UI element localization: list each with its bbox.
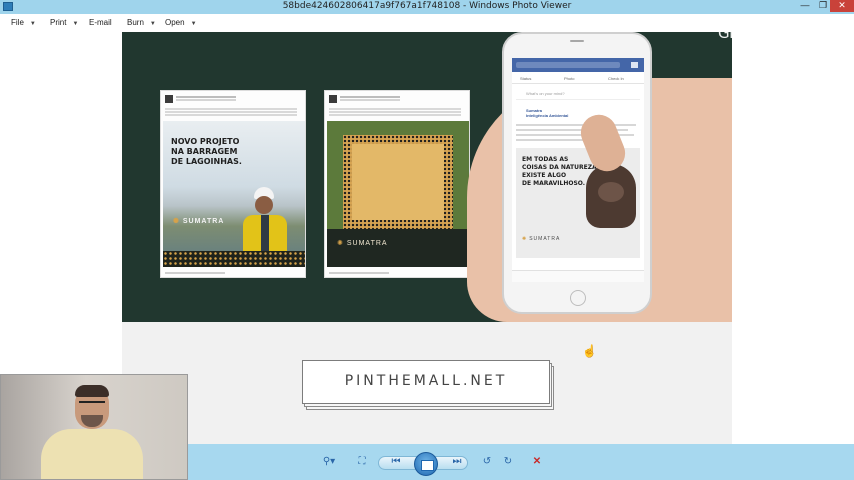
facebook-post-card-2: SUMATRA xyxy=(324,90,470,278)
sumatra-logo: SUMATRA xyxy=(522,236,560,242)
window-title: 58bde424602806417a9f767a1f748108 - Windo… xyxy=(282,1,572,11)
facebook-bottom-tab-bar xyxy=(512,270,644,282)
presenter-glasses xyxy=(79,401,105,406)
title-bar[interactable]: 58bde424602806417a9f767a1f748108 - Windo… xyxy=(0,0,854,14)
tab-check-in: Check In xyxy=(608,76,624,81)
facebook-post-card-1: NOVO PROJETO NA BARRAGEM DE LAGOINHAS. S… xyxy=(160,90,306,278)
search-field-shape xyxy=(516,62,620,68)
previous-icon[interactable]: ⏮ xyxy=(389,456,403,468)
menu-burn-label: Burn xyxy=(127,18,144,27)
post-image-gorilla: EM TODAS AS COISAS DA NATUREZA EXISTE AL… xyxy=(516,148,640,258)
post-headline: NOVO PROJETO NA BARRAGEM DE LAGOINHAS. xyxy=(171,137,242,166)
menu-burn[interactable]: Burn ▼ xyxy=(127,18,156,27)
post-text-lines xyxy=(165,108,297,110)
friends-icon xyxy=(631,62,638,68)
sumatra-logo: SUMATRA xyxy=(337,239,388,247)
viewer-toolbar: ⚲▾ ⛶ ⏮ ⏭ ↺ ↻ ✕ xyxy=(188,444,854,480)
sumatra-logo: SUMATRA xyxy=(173,217,224,225)
post-text-lines xyxy=(329,108,461,110)
gorilla-illustration xyxy=(586,164,636,228)
post-photo-dam: NOVO PROJETO NA BARRAGEM DE LAGOINHAS. S… xyxy=(163,121,305,267)
presenter-hair xyxy=(75,385,109,397)
phone-speaker xyxy=(570,40,584,42)
rotate-right-icon[interactable]: ↻ xyxy=(501,456,515,468)
post-header-lines xyxy=(176,96,236,98)
post-page-name: Sumatra Inteligência Ambiental xyxy=(526,108,569,118)
menu-file[interactable]: File ▼ xyxy=(11,18,36,27)
menu-print-label: Print xyxy=(50,18,67,27)
page-avatar xyxy=(165,95,173,103)
brand-watermark: GEEKMENTOR xyxy=(718,24,819,42)
worker-head xyxy=(255,196,273,214)
presenter-torso xyxy=(41,429,143,479)
gold-dot-pattern xyxy=(163,251,305,267)
facebook-composer-tabs: Status Photo Check In xyxy=(512,72,644,84)
facebook-top-bar xyxy=(512,58,644,72)
pinthemall-text: PINTHEMALL.NET xyxy=(302,360,550,404)
post-footer-line xyxy=(329,272,389,274)
post-photo-forest: SUMATRA xyxy=(327,121,469,267)
frame-text-block xyxy=(352,144,444,220)
post-footer-line xyxy=(165,272,225,274)
slideshow-button[interactable] xyxy=(414,452,438,476)
chevron-down-icon: ▼ xyxy=(29,21,36,27)
menu-open[interactable]: Open ▼ xyxy=(165,18,197,27)
chevron-down-icon: ▼ xyxy=(190,21,197,27)
next-icon[interactable]: ⏭ xyxy=(450,456,464,468)
chevron-down-icon: ▼ xyxy=(149,21,156,27)
close-button[interactable]: ✕ xyxy=(830,0,854,12)
page-avatar xyxy=(329,95,337,103)
hand-cursor-icon: ☝ xyxy=(582,344,597,358)
rotate-left-icon[interactable]: ↺ xyxy=(480,456,494,468)
displayed-image: NOVO PROJETO NA BARRAGEM DE LAGOINHAS. S… xyxy=(122,32,732,444)
post-text-line xyxy=(516,124,636,126)
phone-mockup: Status Photo Check In What's on your min… xyxy=(502,32,652,314)
tab-status: Status xyxy=(520,76,532,81)
chevron-down-icon: ▼ xyxy=(72,21,79,27)
zoom-icon[interactable]: ⚲▾ xyxy=(318,456,340,468)
post-header-lines xyxy=(340,96,400,98)
minimize-button[interactable]: — xyxy=(795,0,815,12)
tab-photo: Photo xyxy=(564,76,575,81)
slide-green-panel: NOVO PROJETO NA BARRAGEM DE LAGOINHAS. S… xyxy=(122,32,732,322)
gold-frame xyxy=(343,135,453,229)
pinthemall-logo: PINTHEMALL.NET xyxy=(302,360,554,410)
menu-print[interactable]: Print ▼ xyxy=(50,18,78,27)
photo-viewer-window: 58bde424602806417a9f767a1f748108 - Windo… xyxy=(0,0,854,480)
phone-home-button xyxy=(570,290,586,306)
actual-size-icon[interactable]: ⛶ xyxy=(355,456,369,468)
logo-band: SUMATRA xyxy=(327,229,469,267)
phone-screen: Status Photo Check In What's on your min… xyxy=(512,58,644,282)
status-prompt: What's on your mind? xyxy=(516,88,640,100)
webcam-overlay xyxy=(0,374,188,480)
menu-open-label: Open xyxy=(165,18,185,27)
menu-email[interactable]: E-mail xyxy=(89,18,112,27)
menu-file-label: File xyxy=(11,18,24,27)
delete-icon[interactable]: ✕ xyxy=(530,456,544,468)
menu-email-label: E-mail xyxy=(89,18,112,27)
